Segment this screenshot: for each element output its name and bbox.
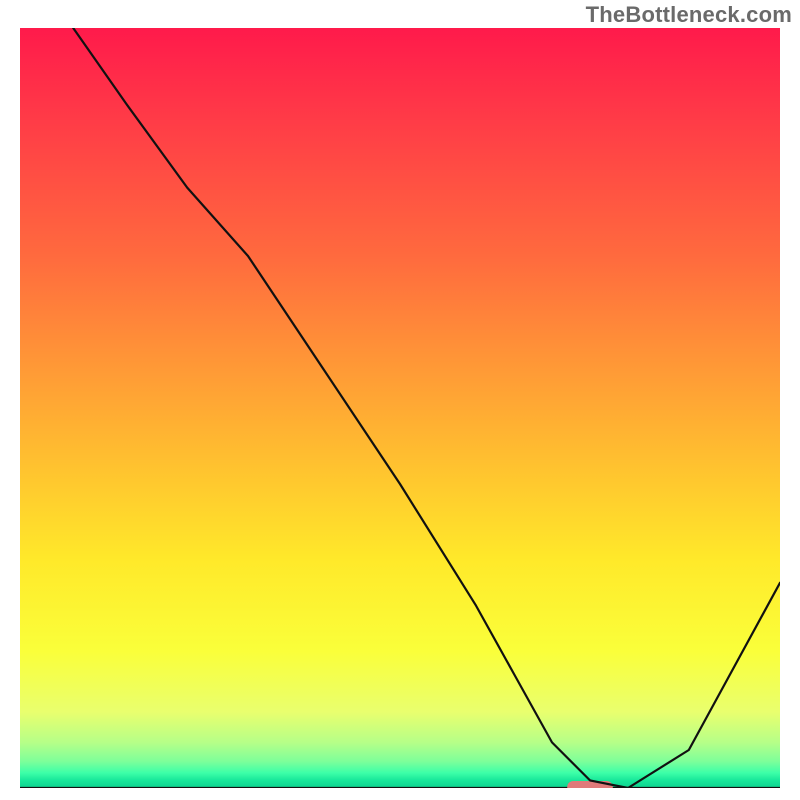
bottleneck-chart [20,28,780,788]
bottleneck-curve-path [73,28,780,788]
chart-svg [20,28,780,788]
watermark-text: TheBottleneck.com [586,2,792,28]
